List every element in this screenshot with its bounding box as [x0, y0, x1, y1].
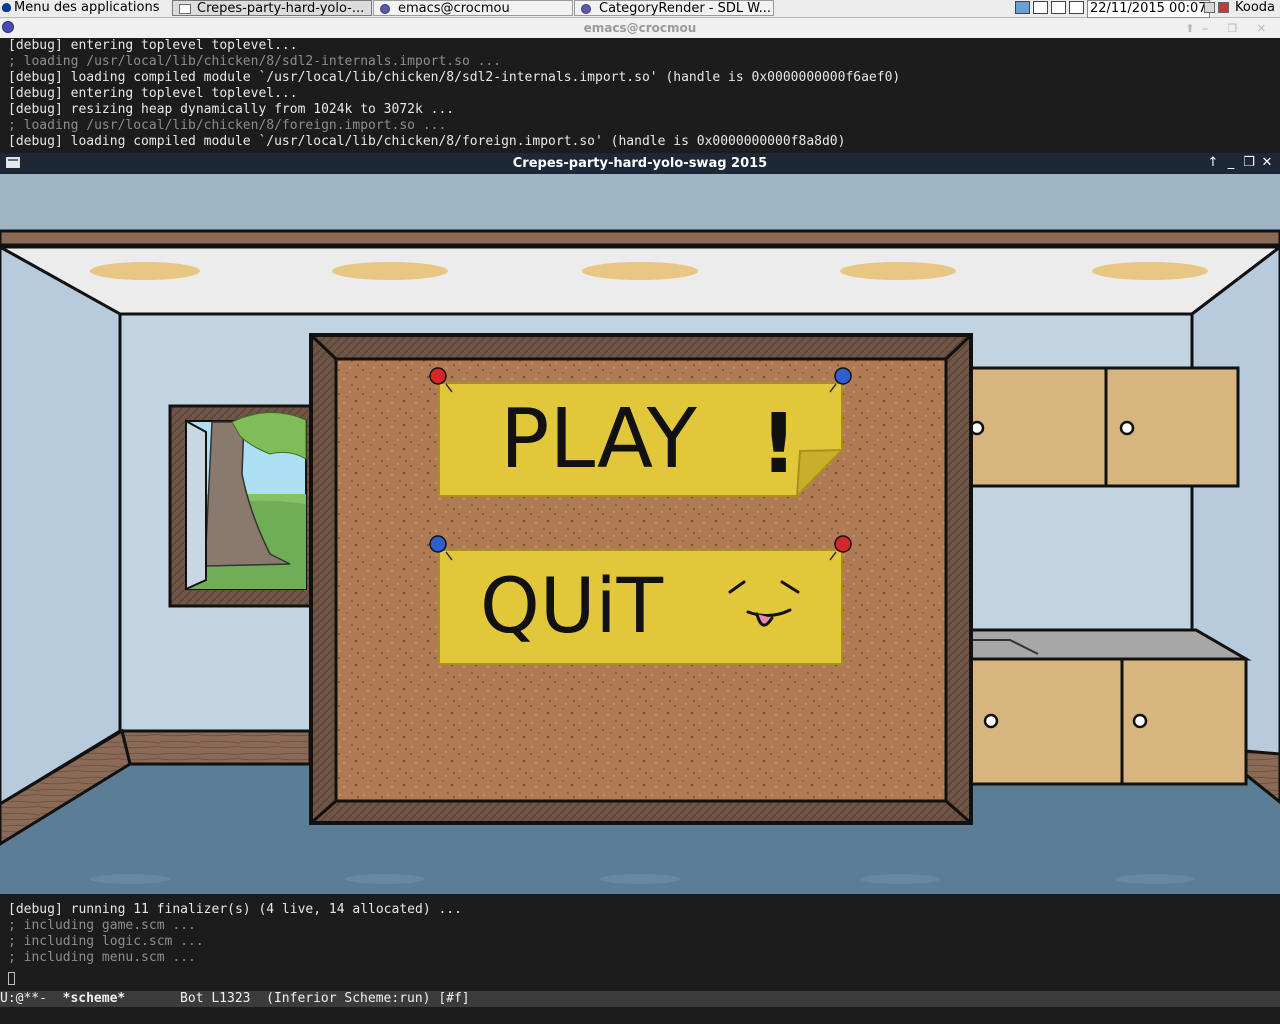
emacs-titlebar: emacs@crocmou ⬆︎⎯ ❐ ✕ [0, 18, 1280, 40]
xfce-mouse-icon [2, 3, 11, 12]
taskbar-task-label: Crepes-party-hard-yolo-... [197, 1, 365, 16]
lower-cabinets [966, 657, 1248, 786]
output-line: [debug] running 11 finalizer(s) (4 live,… [8, 902, 462, 917]
modeline-position: Bot L1323 [125, 991, 267, 1006]
modeline-mode: (Inferior Scheme:run) [#f] [266, 991, 470, 1006]
maximize-up-icon[interactable]: ↑ [1206, 155, 1220, 171]
upper-cabinets [966, 366, 1240, 488]
network-icon[interactable] [1204, 2, 1215, 13]
workspace-4[interactable] [1069, 1, 1084, 14]
scheme-output-top[interactable]: [debug] entering toplevel toplevel...; l… [0, 38, 1280, 153]
output-line: [debug] entering toplevel toplevel... [8, 86, 298, 101]
output-line: ; including game.scm ... [8, 918, 196, 933]
emacs-icon [581, 4, 591, 14]
modeline-buffer-name: *scheme* [62, 991, 126, 1006]
output-line: ; including menu.scm ... [8, 950, 196, 965]
game-window-title: Crepes-party-hard-yolo-swag 2015 [512, 156, 768, 171]
output-line: ; loading /usr/local/lib/chicken/8/forei… [8, 118, 447, 133]
sky-band [0, 174, 1280, 232]
taskbar-task-label: emacs@crocmou [398, 1, 510, 16]
left-wall [0, 245, 122, 806]
workspace-2[interactable] [1033, 1, 1048, 14]
workspace-1[interactable] [1015, 1, 1030, 14]
taskbar-task-categoryrender[interactable]: CategoryRender - SDL W... [574, 0, 774, 16]
game-canvas[interactable]: PLAY ! QUiT [0, 174, 1280, 894]
emacs-window-title: emacs@crocmou [583, 21, 697, 35]
output-line: ; including logic.scm ... [8, 934, 204, 949]
output-line: ; loading /usr/local/lib/chicken/8/sdl2-… [8, 54, 502, 69]
ceiling [0, 245, 1280, 316]
output-line: [debug] entering toplevel toplevel... [8, 38, 298, 53]
applications-menu-label: Menu des applications [14, 0, 160, 15]
taskbar-task-emacs[interactable]: emacs@crocmou [373, 0, 573, 16]
quit-button[interactable] [439, 550, 842, 664]
mail-icon[interactable] [1218, 2, 1229, 13]
window-icon [179, 4, 191, 14]
output-line: [debug] loading compiled module `/usr/lo… [8, 134, 846, 149]
close-icon[interactable]: ✕ [1260, 155, 1274, 171]
emacs-icon [380, 4, 390, 14]
output-line: [debug] resizing heap dynamically from 1… [8, 102, 455, 117]
game-window: Crepes-party-hard-yolo-swag 2015 ↑ _ ❐ ✕ [0, 153, 1280, 894]
taskbar-task-label: CategoryRender - SDL W... [599, 1, 772, 16]
applications-menu[interactable]: Menu des applications [0, 0, 159, 17]
restore-icon[interactable]: ❐ [1242, 155, 1256, 171]
kitchen-scene: PLAY ! QUiT [0, 174, 1280, 894]
baseboard-back [120, 729, 312, 766]
workspace-3[interactable] [1051, 1, 1066, 14]
output-line: [debug] loading compiled module `/usr/lo… [8, 70, 901, 85]
user-name[interactable]: Kooda [1235, 0, 1275, 16]
ceiling-beam [0, 229, 1280, 247]
minimize-icon[interactable]: _ [1224, 155, 1238, 171]
counter-top [966, 628, 1252, 661]
modeline-status: U:@**- [0, 991, 63, 1006]
emacs-window-buttons[interactable]: ⬆︎⎯ ❐ ✕ [1185, 22, 1274, 36]
scheme-output-bottom[interactable]: [debug] running 11 finalizer(s) (4 live,… [0, 902, 1280, 990]
clock[interactable]: 22/11/2015 00:07 [1087, 0, 1210, 18]
text-cursor [8, 968, 15, 987]
play-button[interactable] [439, 383, 842, 496]
game-titlebar[interactable]: Crepes-party-hard-yolo-swag 2015 ↑ _ ❐ ✕ [0, 153, 1280, 175]
taskbar: Menu des applications Crepes-party-hard-… [0, 0, 1280, 18]
emacs-modeline[interactable]: U:@**- *scheme* Bot L1323 (Inferior Sche… [0, 991, 1280, 1007]
taskbar-task-crepes[interactable]: Crepes-party-hard-yolo-... [172, 0, 372, 16]
